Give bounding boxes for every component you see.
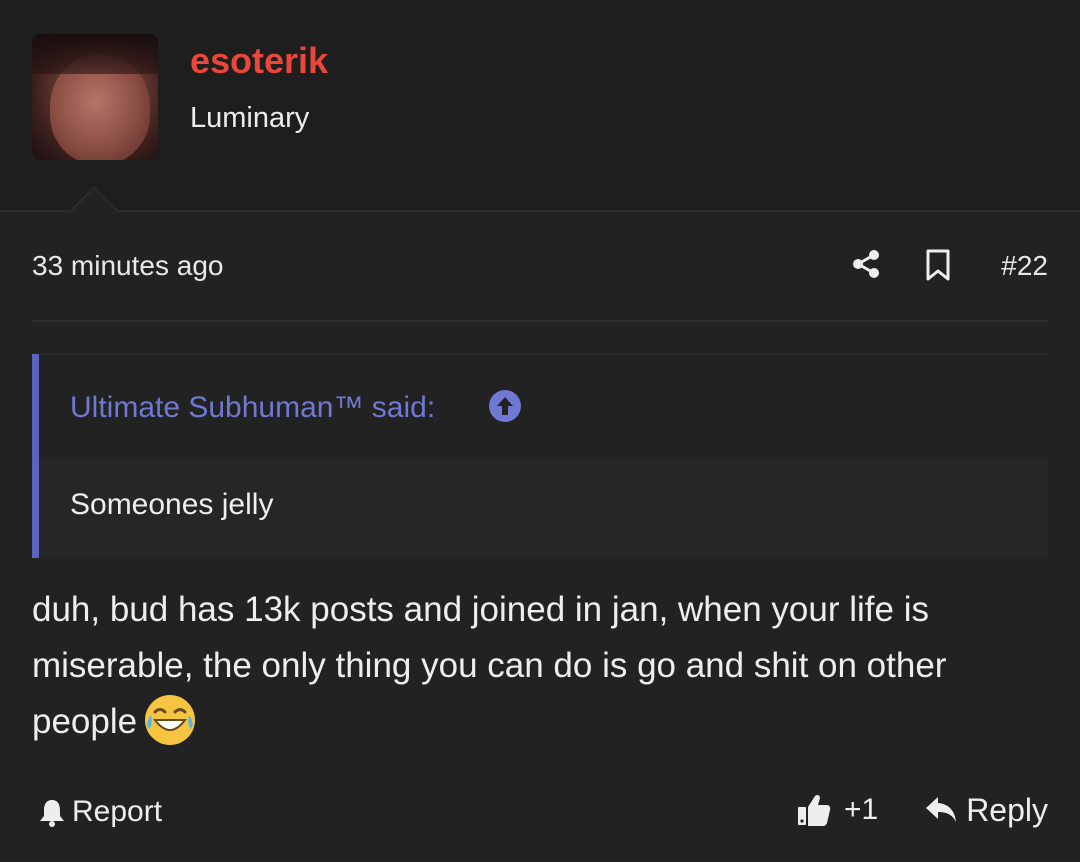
- post-meta-row: 33 minutes ago #22: [32, 244, 1048, 290]
- avatar-shadow: [32, 34, 158, 74]
- post-number-link[interactable]: #22: [1001, 250, 1048, 282]
- user-title: Luminary: [190, 102, 310, 134]
- post-footer: Report +1 Reply: [32, 788, 1048, 834]
- report-button[interactable]: Report: [38, 792, 162, 832]
- quote-header: Ultimate Subhuman™ said:: [39, 354, 1048, 459]
- avatar[interactable]: [32, 34, 158, 160]
- quote-block: Ultimate Subhuman™ said: Someones jelly: [32, 354, 1048, 558]
- like-count: +1: [844, 793, 879, 826]
- user-header: esoterik Luminary: [0, 0, 1080, 212]
- rofl-emoji: [145, 694, 196, 745]
- share-icon[interactable]: [850, 248, 882, 280]
- thumbs-up-icon: [798, 794, 831, 826]
- like-button[interactable]: +1: [796, 790, 878, 830]
- post-timestamp[interactable]: 33 minutes ago: [32, 250, 223, 282]
- header-pointer-inner: [69, 189, 119, 214]
- post-body: duh, bud has 13k posts and joined in jan…: [32, 582, 1048, 751]
- reply-arrow-icon: [926, 797, 957, 822]
- arrow-up-circle-icon[interactable]: [488, 389, 522, 423]
- reply-label: Reply: [966, 791, 1048, 828]
- reply-button[interactable]: Reply: [924, 790, 1048, 830]
- quote-body: Someones jelly: [70, 488, 274, 521]
- report-label: Report: [72, 795, 163, 828]
- bell-icon: [40, 800, 64, 827]
- bookmark-icon[interactable]: [924, 248, 952, 282]
- username-link[interactable]: esoterik: [190, 40, 328, 82]
- divider: [32, 320, 1048, 322]
- quote-author-link[interactable]: Ultimate Subhuman™ said:: [70, 391, 435, 425]
